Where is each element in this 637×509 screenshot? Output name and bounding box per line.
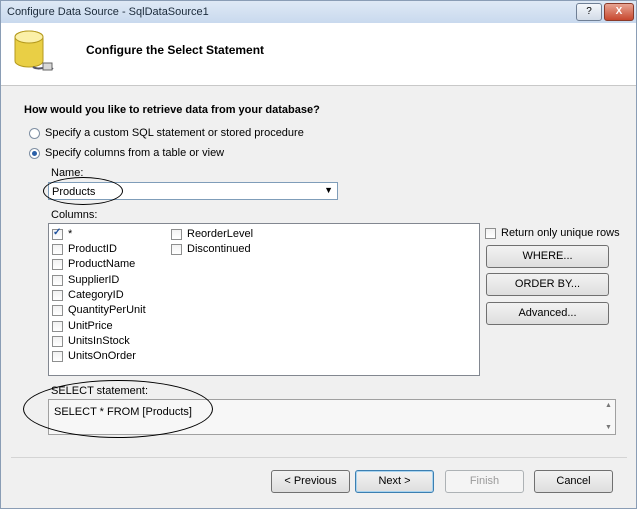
title-bar[interactable]: Configure Data Source - SqlDataSource1 ?… xyxy=(1,1,636,23)
select-statement-label: SELECT statement: xyxy=(51,385,149,397)
column-item-unitprice[interactable]: UnitPrice xyxy=(52,320,113,332)
close-button[interactable]: X xyxy=(604,3,634,21)
radio-columns[interactable] xyxy=(29,147,40,159)
checkbox-supplierid[interactable] xyxy=(52,274,63,286)
column-item-reorderlevel[interactable]: ReorderLevel xyxy=(171,228,253,240)
database-icon xyxy=(14,30,54,71)
column-label: ProductName xyxy=(68,258,136,270)
radio-custom-sql[interactable] xyxy=(29,127,40,139)
column-item-productid[interactable]: ProductID xyxy=(52,243,117,255)
previous-button[interactable]: < Previous xyxy=(271,470,350,493)
option-columns[interactable]: Specify columns from a table or view xyxy=(29,147,224,159)
checkbox-productid[interactable] xyxy=(52,243,63,255)
columns-label: Columns: xyxy=(51,209,98,221)
chevron-down-icon[interactable]: ▼ xyxy=(324,185,333,195)
select-statement-box[interactable]: SELECT * FROM [Products] ▲ ▼ xyxy=(48,399,616,435)
finish-button[interactable]: Finish xyxy=(445,470,524,493)
page-title: Configure the Select Statement xyxy=(86,43,265,57)
column-item-categoryid[interactable]: CategoryID xyxy=(52,289,124,301)
help-button[interactable]: ? xyxy=(576,3,602,21)
scroll-up-icon[interactable]: ▲ xyxy=(605,402,612,409)
column-item-star[interactable]: * xyxy=(52,227,73,240)
name-label: Name: xyxy=(51,167,84,179)
table-name-dropdown[interactable]: Products ▼ xyxy=(48,182,338,200)
checkbox-quantityperunit[interactable] xyxy=(52,304,63,316)
option-custom-sql-label: Specify a custom SQL statement or stored… xyxy=(45,127,304,139)
column-label: CategoryID xyxy=(68,289,124,301)
cancel-button[interactable]: Cancel xyxy=(534,470,613,493)
column-item-productname[interactable]: ProductName xyxy=(52,258,135,270)
select-statement-text: SELECT * FROM [Products] xyxy=(54,406,192,418)
scroll-down-icon[interactable]: ▼ xyxy=(605,424,612,431)
checkbox-unitsinstock[interactable] xyxy=(52,335,63,347)
advanced-button[interactable]: Advanced... xyxy=(486,302,609,325)
column-label: ReorderLevel xyxy=(187,228,254,240)
column-item-discontinued[interactable]: Discontinued xyxy=(171,243,251,255)
checkbox-unitsonorder[interactable] xyxy=(52,350,63,362)
checkbox-star[interactable] xyxy=(52,227,63,240)
checkbox-unitprice[interactable] xyxy=(52,320,63,332)
window-title: Configure Data Source - SqlDataSource1 xyxy=(7,6,209,18)
option-columns-label: Specify columns from a table or view xyxy=(45,147,225,159)
retrieve-question: How would you like to retrieve data from… xyxy=(24,104,320,116)
option-custom-sql[interactable]: Specify a custom SQL statement or stored… xyxy=(29,127,304,139)
checkbox-productname[interactable] xyxy=(52,258,63,270)
checkbox-discontinued[interactable] xyxy=(171,243,182,255)
column-label: * xyxy=(68,228,73,240)
unique-rows-option[interactable]: Return only unique rows xyxy=(485,227,620,239)
column-label: UnitPrice xyxy=(68,320,113,332)
column-item-unitsinstock[interactable]: UnitsInStock xyxy=(52,335,130,347)
column-label: UnitsInStock xyxy=(68,335,130,347)
where-button[interactable]: WHERE... xyxy=(486,245,609,268)
footer-divider xyxy=(11,457,627,458)
column-label: Discontinued xyxy=(187,243,251,255)
next-button[interactable]: Next > xyxy=(355,470,434,493)
checkbox-unique-rows[interactable] xyxy=(485,227,496,239)
table-name-value: Products xyxy=(52,186,96,198)
column-item-unitsonorder[interactable]: UnitsOnOrder xyxy=(52,350,136,362)
wizard-header: Configure the Select Statement xyxy=(1,23,636,86)
column-label: QuantityPerUnit xyxy=(68,304,146,316)
column-label: SupplierID xyxy=(68,274,120,286)
checkbox-categoryid[interactable] xyxy=(52,289,63,301)
column-label: ProductID xyxy=(68,243,117,255)
columns-list[interactable]: * ProductID ProductName SupplierID Categ… xyxy=(48,223,480,376)
column-label: UnitsOnOrder xyxy=(68,350,136,362)
checkbox-reorderlevel[interactable] xyxy=(171,228,182,240)
column-item-supplierid[interactable]: SupplierID xyxy=(52,274,119,286)
configure-data-source-dialog: Configure Data Source - SqlDataSource1 ?… xyxy=(0,0,637,509)
unique-rows-label: Return only unique rows xyxy=(501,227,620,239)
order-by-button[interactable]: ORDER BY... xyxy=(486,273,609,296)
column-item-quantityperunit[interactable]: QuantityPerUnit xyxy=(52,304,146,316)
